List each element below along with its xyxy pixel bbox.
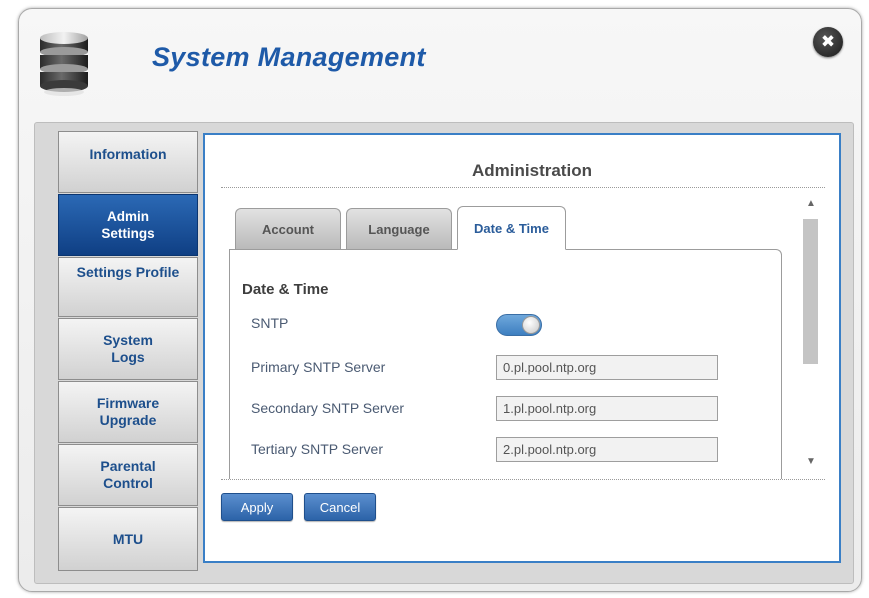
sidebar-item-label: Admin Settings <box>101 209 155 241</box>
secondary-sntp-label: Secondary SNTP Server <box>251 400 405 416</box>
sidebar-item-information[interactable]: Information <box>58 131 198 193</box>
cancel-button[interactable]: Cancel <box>304 493 376 521</box>
secondary-sntp-input[interactable] <box>496 396 718 421</box>
tab-label: Language <box>368 222 430 237</box>
apply-button[interactable]: Apply <box>221 493 293 521</box>
sntp-label: SNTP <box>251 315 289 331</box>
tab-language[interactable]: Language <box>346 208 452 250</box>
primary-sntp-label: Primary SNTP Server <box>251 359 386 375</box>
sidebar-item-label: Firmware Upgrade <box>96 395 160 428</box>
scroll-up-icon[interactable]: ▲ <box>802 197 820 211</box>
sidebar-item-label: Settings Profile <box>76 264 180 280</box>
sidebar-item-system-logs[interactable]: System Logs <box>58 318 198 380</box>
sidebar-item-label: Information <box>89 146 167 162</box>
tab-account[interactable]: Account <box>235 208 341 250</box>
scrollbar[interactable]: ▲ ▼ <box>802 197 820 469</box>
sntp-toggle[interactable] <box>496 314 542 336</box>
divider <box>221 479 825 480</box>
sidebar-item-parental-control[interactable]: Parental Control <box>58 444 198 506</box>
section-title: Administration <box>472 161 592 180</box>
sidebar-item-label: Parental Control <box>100 458 156 491</box>
tertiary-sntp-input[interactable] <box>496 437 718 462</box>
sidebar-item-mtu[interactable]: MTU <box>58 507 198 571</box>
tertiary-sntp-label: Tertiary SNTP Server <box>251 441 383 457</box>
tab-label: Date & Time <box>474 220 549 236</box>
sidebar-item-firmware-upgrade[interactable]: Firmware Upgrade <box>58 381 198 443</box>
tab-label: Account <box>262 222 314 237</box>
close-icon[interactable]: ✖ <box>813 27 843 57</box>
sidebar-nav: Information Admin Settings Settings Prof… <box>58 131 198 572</box>
sidebar-item-label: MTU <box>112 530 144 547</box>
toggle-knob <box>522 316 540 334</box>
sidebar-item-settings-profile[interactable]: Settings Profile <box>58 257 198 317</box>
scrollbar-thumb[interactable] <box>803 219 818 364</box>
panel-heading: Date & Time <box>242 281 329 298</box>
main-content: Administration Account Language Date & T… <box>203 133 841 563</box>
database-icon <box>40 32 88 96</box>
divider <box>221 187 825 188</box>
tab-date-time[interactable]: Date & Time <box>457 206 566 250</box>
sidebar-item-admin-settings[interactable]: Admin Settings <box>58 194 198 256</box>
primary-sntp-input[interactable] <box>496 355 718 380</box>
page-title: System Management <box>152 42 426 72</box>
sidebar-item-label: System Logs <box>103 332 153 365</box>
scroll-down-icon[interactable]: ▼ <box>802 455 820 469</box>
